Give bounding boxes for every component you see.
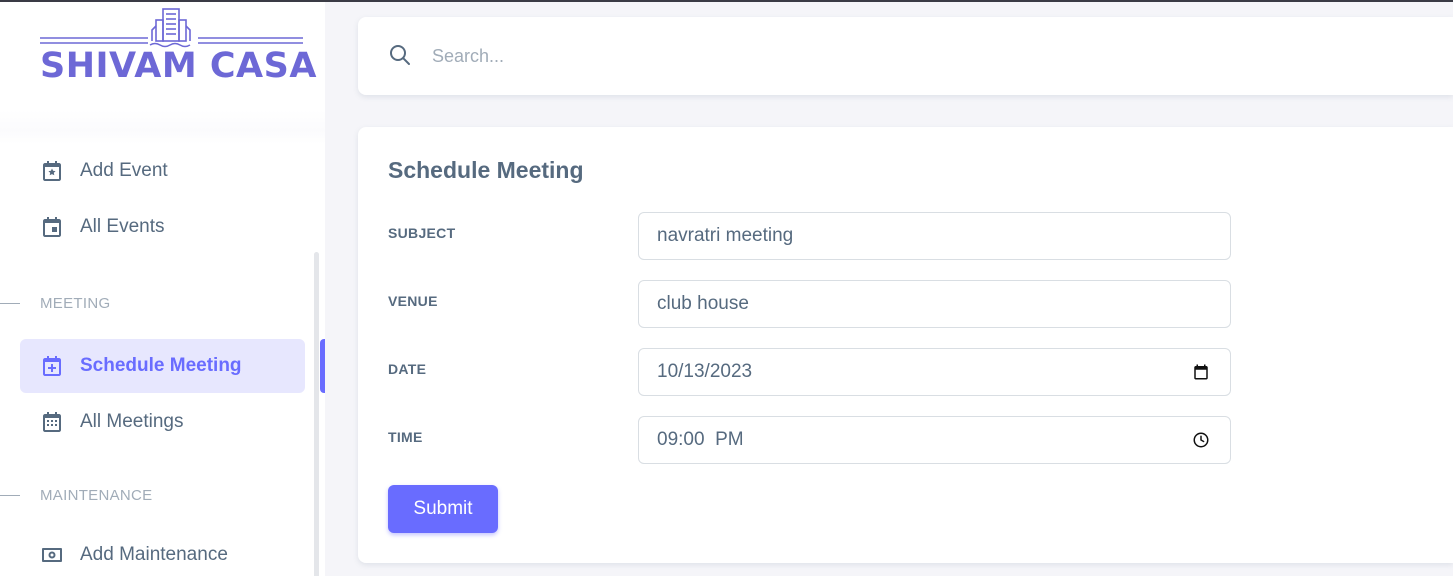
- sidebar-item-label: All Events: [80, 216, 165, 237]
- schedule-meeting-card: Schedule Meeting SUBJECT navratri meetin…: [358, 127, 1453, 563]
- date-label: DATE: [388, 361, 427, 377]
- calendar-plus-icon: [40, 354, 64, 378]
- subject-value: navratri meeting: [657, 225, 794, 246]
- sidebar-item-all-events[interactable]: All Events: [20, 200, 305, 254]
- sidebar-item-schedule-meeting[interactable]: Schedule Meeting: [20, 339, 305, 393]
- brand-logo[interactable]: SHIVAM CASA: [40, 6, 316, 88]
- clock-picker-icon[interactable]: [1192, 431, 1210, 449]
- venue-label: VENUE: [388, 293, 438, 309]
- sidebar-item-label: Add Event: [80, 160, 168, 181]
- menu-scroll-shadow: [0, 110, 325, 144]
- money-icon: [40, 543, 64, 567]
- menu-header-maintenance: MAINTENANCE: [0, 485, 300, 505]
- header-dash: [0, 302, 20, 304]
- venue-input[interactable]: club house: [638, 280, 1231, 328]
- sidebar-scrollbar[interactable]: [314, 252, 319, 576]
- search-input[interactable]: [432, 41, 732, 71]
- date-value: 10/13/2023: [657, 361, 753, 382]
- time-input[interactable]: 09:00 PM: [638, 416, 1231, 464]
- sidebar: SHIVAM CASA Add Event All Events MEETING…: [0, 2, 325, 576]
- subject-label: SUBJECT: [388, 225, 456, 241]
- calendar-grid-icon: [40, 410, 64, 434]
- subject-input[interactable]: navratri meeting: [638, 212, 1231, 260]
- calendar-star-icon: [40, 159, 64, 183]
- calendar-event-icon: [40, 215, 64, 239]
- brand-name: SHIVAM CASA: [40, 46, 317, 86]
- calendar-picker-icon[interactable]: [1192, 363, 1210, 381]
- sidebar-item-add-maintenance[interactable]: Add Maintenance: [20, 528, 305, 576]
- menu-header-meeting: MEETING: [0, 293, 300, 313]
- active-item-indicator: [320, 339, 325, 393]
- search-icon[interactable]: [388, 43, 412, 67]
- header-dash: [0, 494, 20, 496]
- date-input[interactable]: 10/13/2023: [638, 348, 1231, 396]
- time-label: TIME: [388, 429, 423, 445]
- top-navbar: [358, 17, 1453, 95]
- sidebar-item-label: Schedule Meeting: [80, 355, 242, 376]
- sidebar-item-label: Add Maintenance: [80, 544, 228, 565]
- sidebar-item-all-meetings[interactable]: All Meetings: [20, 395, 305, 449]
- time-value: 09:00 PM: [657, 429, 744, 450]
- sidebar-item-label: All Meetings: [80, 411, 184, 432]
- sidebar-item-add-event[interactable]: Add Event: [20, 144, 305, 198]
- submit-button[interactable]: Submit: [388, 485, 498, 533]
- card-title: Schedule Meeting: [388, 157, 584, 183]
- menu-header-label: MEETING: [40, 294, 111, 312]
- menu-header-label: MAINTENANCE: [40, 486, 153, 504]
- venue-value: club house: [657, 293, 749, 314]
